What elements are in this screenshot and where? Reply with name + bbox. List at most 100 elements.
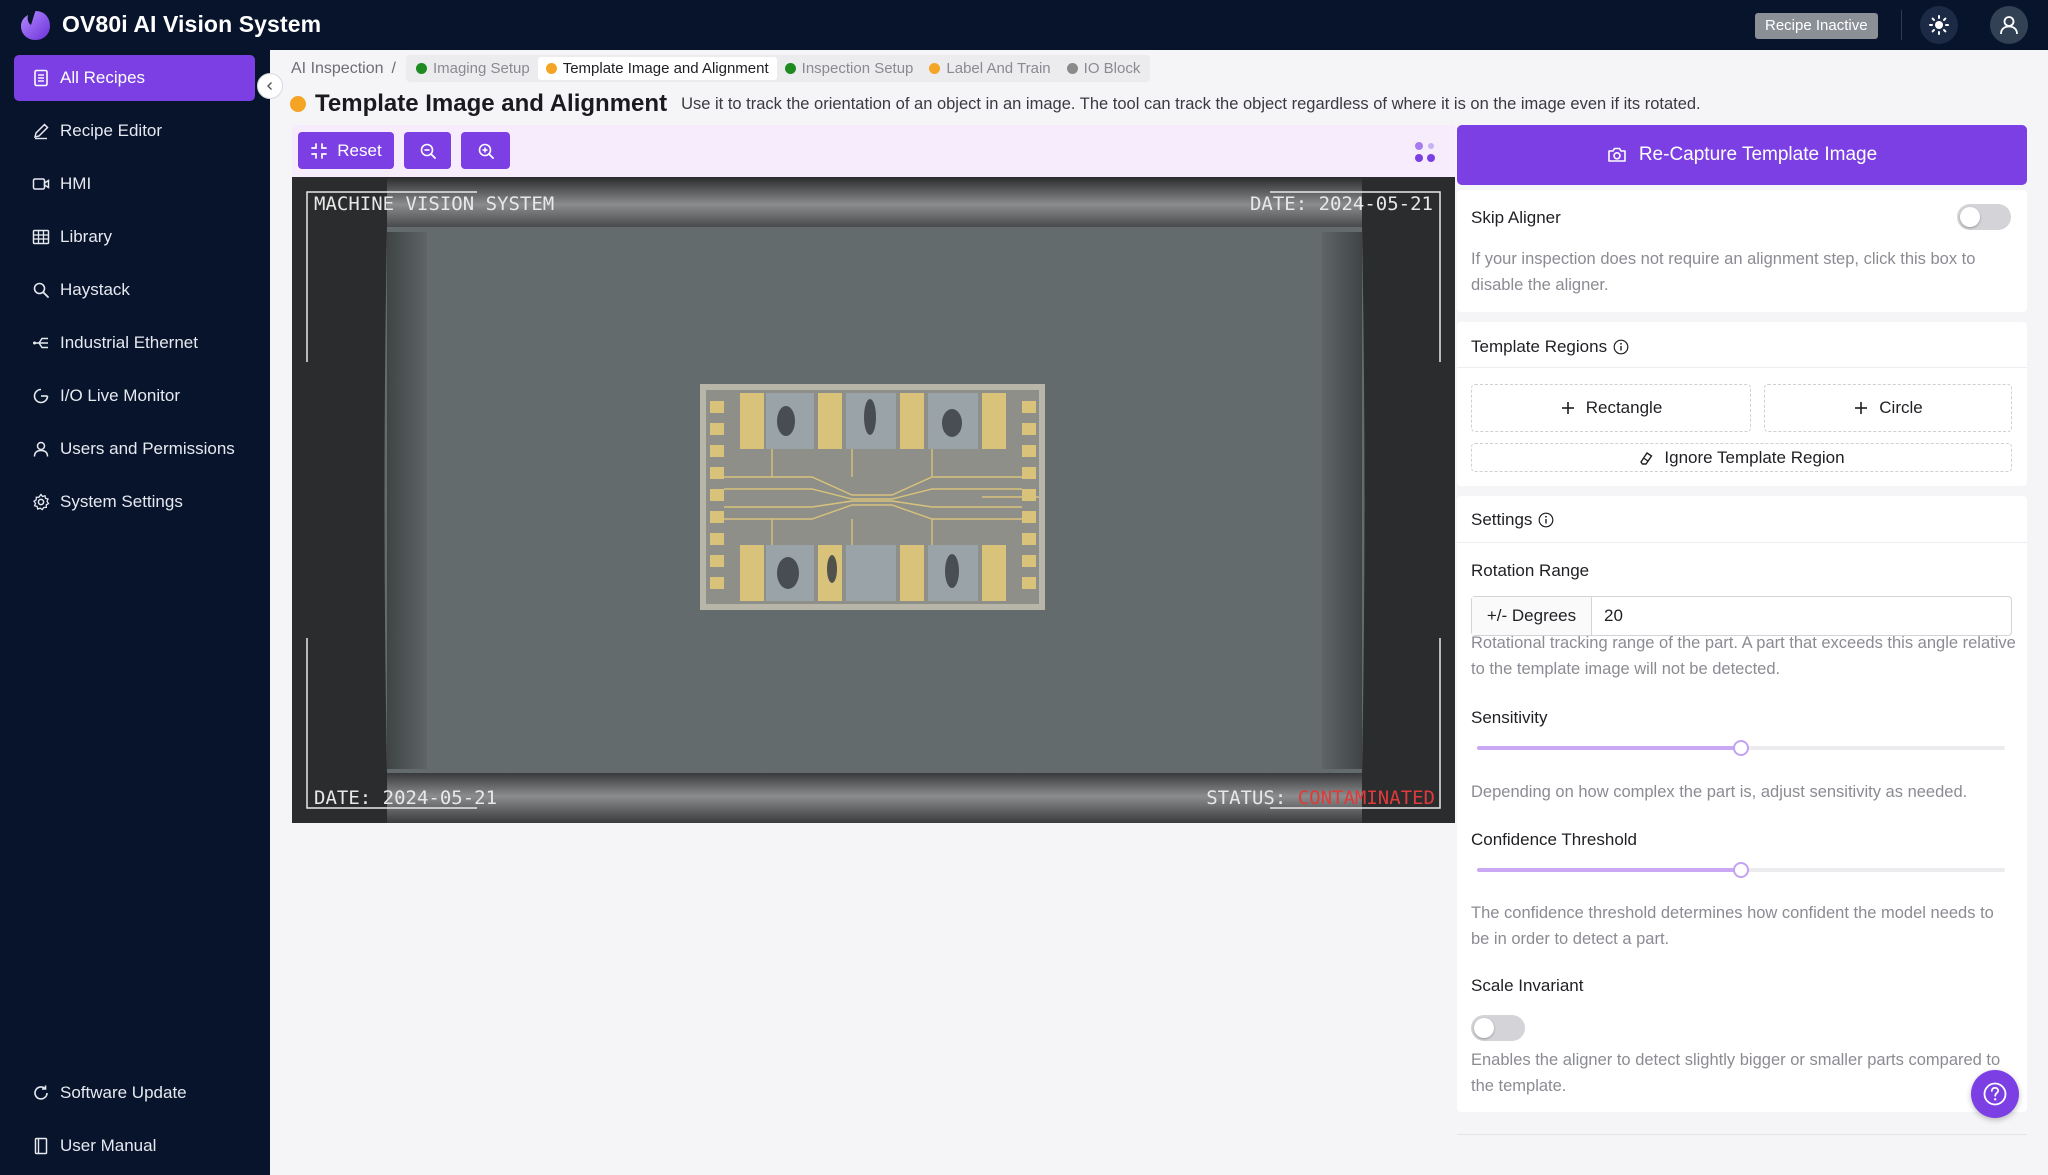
skip-aligner-card: Skip Aligner If your inspection does not… — [1457, 190, 2027, 312]
hud-status: STATUS: CONTAMINATED — [1206, 787, 1435, 809]
card-divider — [1457, 542, 2027, 543]
sensitivity-help: Depending on how complex the part is, ad… — [1471, 783, 1968, 801]
sidebar-item-label: I/O Live Monitor — [60, 386, 180, 405]
scale-invariant-help: Enables the aligner to detect slightly b… — [1471, 1051, 2001, 1095]
eraser-icon — [1640, 451, 1653, 465]
hud-date-top: DATE: 2024-05-21 — [1249, 193, 1433, 215]
sidebar-item-label: System Settings — [60, 492, 183, 511]
slider-handle[interactable] — [1733, 862, 1749, 878]
sidebar-item-users-and-permissions[interactable]: Users and Permissions — [14, 426, 255, 472]
step-tab-template-image-and-alignment[interactable]: Template Image and Alignment — [537, 57, 777, 80]
plus-icon — [1561, 402, 1574, 414]
page-status-dot — [290, 96, 306, 112]
sidebar-item-label: User Manual — [60, 1136, 157, 1155]
sidebar-item-label: HMI — [60, 174, 92, 193]
step-tab-imaging-setup[interactable]: Imaging Setup — [408, 57, 538, 80]
sidebar-item-label: Software Update — [60, 1083, 187, 1102]
sidebar-item-label: Haystack — [60, 280, 130, 299]
scale-invariant-label: Scale Invariant — [1471, 976, 1584, 995]
step-tab-label-and-train[interactable]: Label And Train — [921, 57, 1058, 80]
document-icon — [34, 69, 48, 87]
panel-bottom-divider — [1457, 1134, 2027, 1135]
sidebar-item-recipe-editor[interactable]: Recipe Editor — [14, 108, 255, 154]
sidebar-item-all-recipes[interactable]: All Recipes — [14, 55, 255, 101]
skip-aligner-toggle[interactable] — [1957, 204, 2011, 230]
step-status-dot — [415, 63, 427, 74]
sidebar-item-label: Users and Permissions — [60, 439, 235, 458]
add-rectangle-label: Rectangle — [1585, 398, 1663, 417]
step-tab-label: Imaging Setup — [432, 60, 530, 77]
info-icon[interactable] — [1613, 339, 1629, 355]
card-divider — [1457, 367, 2027, 368]
sensitivity-slider[interactable] — [1477, 739, 2005, 757]
sun-icon — [1929, 15, 1949, 35]
camera-icon — [1608, 147, 1626, 162]
zoom-in-icon — [478, 143, 494, 159]
sidebar-item-system-settings[interactable]: System Settings — [14, 479, 255, 525]
settings-title: Settings — [1471, 510, 1533, 529]
question-icon — [1983, 1082, 2007, 1106]
step-status-dot — [929, 63, 941, 74]
ignore-template-region-button[interactable]: Ignore Template Region — [1471, 443, 2012, 472]
scale-invariant-toggle[interactable] — [1471, 1015, 1525, 1041]
settings-card: Settings Rotation Range +/- Degrees Rota… — [1457, 496, 2027, 1112]
breadcrumb-separator: / — [391, 59, 396, 77]
zoom-out-button[interactable] — [404, 132, 451, 169]
zoom-out-icon — [420, 143, 436, 159]
template-image-viewport[interactable]: MACHINE VISION SYSTEM DATE: 2024-05-21 D… — [292, 177, 1455, 823]
page-header: Template Image and Alignment Use it to t… — [290, 90, 1701, 118]
user-icon — [2000, 16, 2018, 35]
sidebar-item-label: Recipe Editor — [60, 121, 163, 140]
breadcrumb-root[interactable]: AI Inspection — [291, 60, 384, 78]
theme-toggle-button[interactable] — [1920, 6, 1958, 44]
slider-handle[interactable] — [1733, 740, 1749, 756]
sidebar-item-user-manual[interactable]: User Manual — [14, 1123, 255, 1169]
add-circle-button[interactable]: Circle — [1764, 384, 2012, 432]
sidebar-item-software-update[interactable]: Software Update — [14, 1070, 255, 1116]
hud-system-label: MACHINE VISION SYSTEM — [314, 193, 555, 215]
image-toolbar: Reset — [292, 125, 1455, 177]
step-status-dot — [784, 63, 796, 74]
reset-view-button[interactable]: Reset — [298, 132, 394, 169]
zoom-in-button[interactable] — [461, 132, 510, 169]
recapture-template-button[interactable]: Re-Capture Template Image — [1457, 125, 2027, 185]
sidebar-item-io-live-monitor[interactable]: I/O Live Monitor — [14, 373, 255, 419]
top-bar: OV80i AI Vision System Recipe Inactive — [0, 0, 2048, 50]
skip-aligner-help: If your inspection does not require an a… — [1471, 250, 1976, 294]
confidence-threshold-slider[interactable] — [1477, 861, 2005, 879]
user-avatar-button[interactable] — [1990, 6, 2028, 44]
workflow-steps: Imaging Setup Template Image and Alignme… — [405, 55, 1151, 82]
add-circle-label: Circle — [1879, 398, 1923, 417]
step-tab-io-block[interactable]: IO Block — [1059, 57, 1149, 80]
help-button[interactable] — [1971, 1070, 2019, 1118]
refresh-icon — [34, 1085, 48, 1100]
page-title: Template Image and Alignment — [315, 90, 668, 117]
step-tab-label: Template Image and Alignment — [562, 60, 769, 77]
sensitivity-label: Sensitivity — [1471, 708, 1548, 727]
gear-icon — [33, 493, 50, 511]
slider-fill — [1477, 746, 1741, 750]
info-icon[interactable] — [1538, 512, 1554, 528]
sidebar-item-industrial-ethernet[interactable]: Industrial Ethernet — [14, 320, 255, 366]
user-icon — [33, 441, 49, 457]
sidebar-item-label: All Recipes — [60, 68, 146, 87]
template-regions-card: Template Regions Rectangle Circle Ignore… — [1457, 322, 2027, 486]
confidence-threshold-label: Confidence Threshold — [1471, 830, 1638, 849]
sidebar-item-hmi[interactable]: HMI — [14, 161, 255, 207]
confidence-threshold-help: The confidence threshold determines how … — [1471, 904, 1994, 948]
grid-icon — [32, 229, 50, 245]
template-regions-header: Template Regions — [1471, 337, 1629, 357]
step-tab-inspection-setup[interactable]: Inspection Setup — [777, 57, 922, 80]
add-rectangle-button[interactable]: Rectangle — [1471, 384, 1751, 432]
network-icon — [33, 337, 48, 349]
book-icon — [34, 1137, 48, 1155]
sidebar-collapse-button[interactable] — [257, 73, 283, 99]
sidebar-item-label: Industrial Ethernet — [60, 333, 198, 352]
template-regions-title: Template Regions — [1471, 337, 1608, 356]
rotation-range-label: Rotation Range — [1471, 561, 1590, 580]
step-tab-label: Label And Train — [946, 60, 1051, 77]
hud-status-value: CONTAMINATED — [1297, 787, 1435, 809]
sidebar-item-haystack[interactable]: Haystack — [14, 267, 255, 313]
settings-header: Settings — [1471, 510, 1554, 530]
sidebar-item-library[interactable]: Library — [14, 214, 255, 260]
